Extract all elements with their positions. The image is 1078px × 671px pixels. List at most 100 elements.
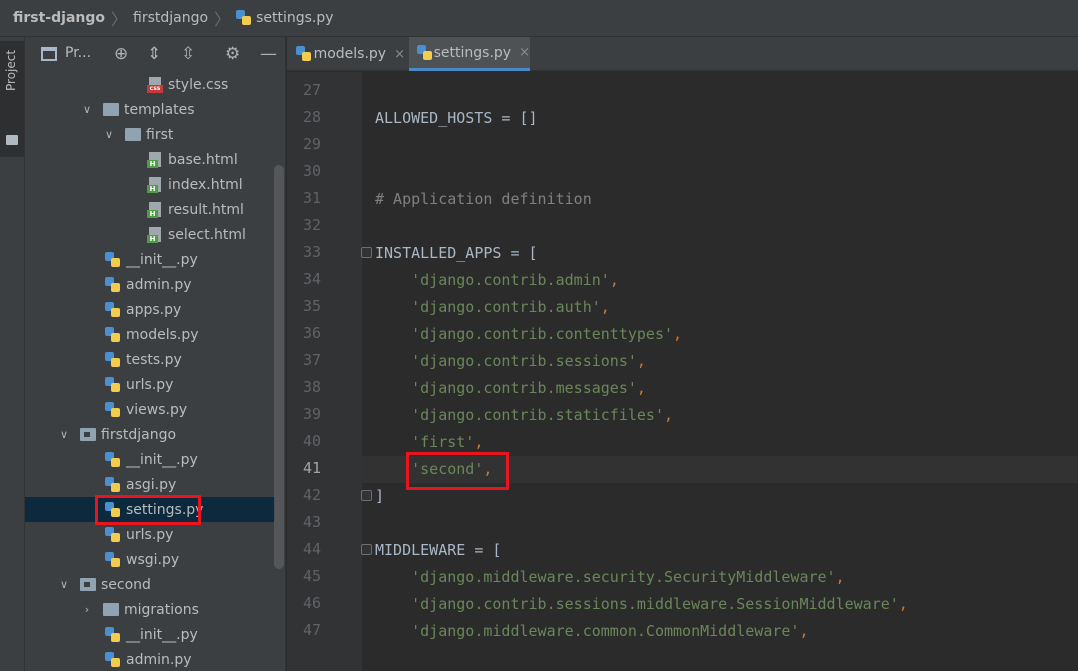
tree-item[interactable]: › migrations [25, 597, 275, 622]
package-folder-icon [80, 428, 96, 441]
line-number: 38 [302, 378, 321, 396]
breadcrumb-folder[interactable]: firstdjango [133, 10, 208, 26]
breadcrumb-separator-icon: 〉 [214, 10, 231, 29]
tree-scrollbar[interactable] [274, 165, 284, 569]
line-number: 42 [302, 486, 321, 504]
code-editor[interactable]: 27 28 29 30 31 32 33 34 35 36 37 38 39 40 41 42 43 44 45 46… [287, 72, 1078, 671]
tree-item[interactable]: Hindex.html [25, 172, 275, 197]
tree-item[interactable]: urls.py [25, 522, 275, 547]
tree-item[interactable]: Hselect.html [25, 222, 275, 247]
tree-item-label: tests.py [126, 351, 182, 368]
code-line[interactable]: 'django.contrib.messages', [375, 379, 646, 397]
python-file-icon [105, 352, 121, 368]
line-number: 36 [302, 324, 321, 342]
python-file-icon [296, 46, 311, 62]
project-tree: css style.css ∨ templates ∨ first Hbase.html Hi… [25, 71, 286, 671]
code-line[interactable]: 'django.contrib.sessions', [375, 352, 646, 370]
chevron-down-icon[interactable]: ∨ [58, 428, 70, 441]
tree-item[interactable]: views.py [25, 397, 275, 422]
code-line[interactable]: 'django.contrib.admin', [375, 271, 619, 289]
tree-item[interactable]: Hbase.html [25, 147, 275, 172]
code-line[interactable]: 'django.middleware.common.CommonMiddlewa… [375, 622, 808, 640]
tree-item[interactable]: __init__.py [25, 447, 275, 472]
editor-tabs: models.py × settings.py × [287, 37, 1078, 71]
close-icon[interactable]: × [519, 45, 530, 60]
project-panel-title[interactable]: Pr... [65, 45, 91, 61]
tree-item[interactable]: apps.py [25, 297, 275, 322]
code-line[interactable]: ALLOWED_HOSTS = [] [375, 109, 538, 127]
tree-item[interactable]: models.py [25, 322, 275, 347]
html-file-icon: H [147, 152, 163, 168]
code-line[interactable]: MIDDLEWARE = [ [375, 541, 501, 559]
fold-marker-icon[interactable] [361, 247, 372, 258]
code-line[interactable]: 'django.contrib.sessions.middleware.Sess… [375, 595, 908, 613]
tree-item-label: result.html [168, 201, 244, 218]
minimize-icon[interactable]: — [260, 44, 277, 64]
python-file-icon [105, 327, 121, 343]
tree-item[interactable]: ∨ templates [25, 97, 275, 122]
tree-item[interactable]: urls.py [25, 372, 275, 397]
chevron-down-icon[interactable]: ∨ [103, 128, 115, 141]
tree-item[interactable]: admin.py [25, 647, 275, 671]
tree-item-label: views.py [126, 401, 188, 418]
chevron-down-icon[interactable]: ∨ [81, 103, 93, 116]
gear-icon[interactable]: ⚙ [225, 44, 240, 64]
line-number: 39 [302, 405, 321, 423]
tree-item-label: second [101, 576, 151, 593]
project-panel-header: Pr... ⊕ ⇕ ⇳ ⚙ — [25, 37, 286, 71]
code-line[interactable]: 'django.contrib.contenttypes', [375, 325, 682, 343]
line-number: 34 [302, 270, 321, 288]
code-line[interactable]: # Application definition [375, 190, 592, 208]
tree-item[interactable]: ∨ firstdjango [25, 422, 275, 447]
code-line[interactable]: 'first', [375, 433, 483, 451]
line-number: 47 [302, 621, 321, 639]
python-file-icon [105, 477, 121, 493]
tab-models[interactable]: models.py × [287, 37, 405, 71]
chevron-right-icon[interactable]: › [81, 603, 93, 616]
tree-item-label: style.css [168, 76, 229, 93]
tree-item[interactable]: tests.py [25, 347, 275, 372]
tree-item[interactable]: css style.css [25, 72, 275, 97]
tree-item[interactable]: Hresult.html [25, 197, 275, 222]
tree-item[interactable]: __init__.py [25, 622, 275, 647]
line-number: 45 [302, 567, 321, 585]
code-line[interactable]: ] [375, 487, 384, 505]
chevron-down-icon[interactable]: ∨ [58, 578, 70, 591]
locate-file-icon[interactable]: ⊕ [114, 44, 128, 64]
tree-item[interactable]: admin.py [25, 272, 275, 297]
python-file-icon [105, 277, 121, 293]
breadcrumb-file[interactable]: settings.py [236, 10, 334, 26]
project-tool-button[interactable]: Project [0, 41, 24, 157]
python-file-icon [105, 552, 121, 568]
tree-item[interactable]: ∨ first [25, 122, 275, 147]
tree-item[interactable]: __init__.py [25, 247, 275, 272]
code-line[interactable]: 'django.contrib.auth', [375, 298, 610, 316]
fold-marker-icon[interactable] [361, 490, 372, 501]
python-file-icon [105, 527, 121, 543]
code-line[interactable]: 'django.contrib.staticfiles', [375, 406, 673, 424]
tab-settings[interactable]: settings.py × [409, 37, 530, 71]
tab-models-label: models.py [313, 46, 387, 62]
html-file-icon: H [147, 177, 163, 193]
project-view-icon[interactable] [41, 47, 57, 61]
expand-all-icon[interactable]: ⇕ [147, 44, 161, 64]
tree-item[interactable]: ∨ second [25, 572, 275, 597]
tree-item[interactable]: wsgi.py [25, 547, 275, 572]
tab-settings-label: settings.py [433, 44, 512, 61]
line-number: 32 [302, 216, 321, 234]
close-icon[interactable]: × [394, 47, 405, 62]
tree-item-label: apps.py [126, 301, 182, 318]
tree-item-label: firstdjango [101, 426, 177, 443]
code-line[interactable]: 'django.middleware.security.SecurityMidd… [375, 568, 844, 586]
fold-marker-icon[interactable] [361, 544, 372, 555]
line-number: 29 [302, 135, 321, 153]
tree-item[interactable]: asgi.py [25, 472, 275, 497]
line-number: 44 [302, 540, 321, 558]
python-file-icon [105, 652, 121, 668]
line-number: 35 [302, 297, 321, 315]
html-file-icon: H [147, 202, 163, 218]
breadcrumb-project[interactable]: first-django [13, 10, 105, 26]
annotation-box-second [406, 452, 509, 490]
collapse-all-icon[interactable]: ⇳ [181, 44, 195, 64]
code-line[interactable]: INSTALLED_APPS = [ [375, 244, 538, 262]
